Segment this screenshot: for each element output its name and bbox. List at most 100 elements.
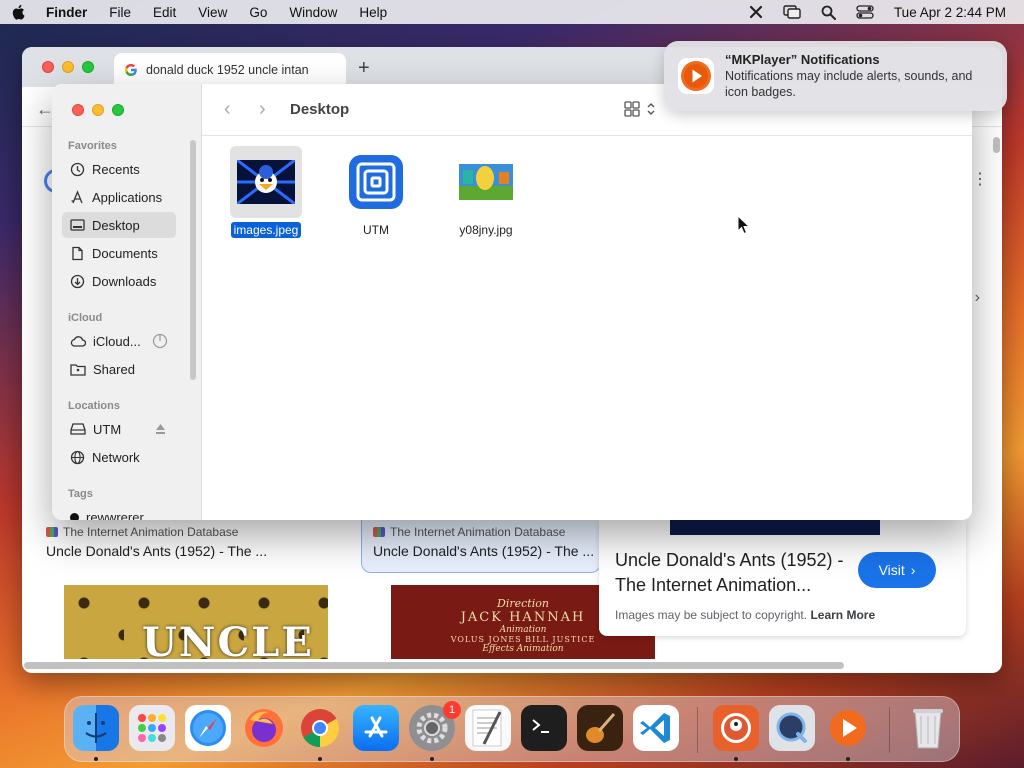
running-indicator [846, 757, 850, 761]
menu-window[interactable]: Window [289, 5, 337, 20]
dock-app-store[interactable] [353, 705, 399, 751]
chevron-right-icon[interactable]: › [975, 289, 980, 307]
browser-vertical-scrollbar[interactable] [993, 137, 1000, 153]
credits-line: VOLUS JONES BILL JUSTICE [450, 635, 596, 644]
sidebar-item-label: Shared [93, 361, 135, 377]
sidebar-item-label: Documents [92, 245, 158, 261]
browser-tab[interactable]: donald duck 1952 uncle intan [114, 53, 346, 87]
tools-icon[interactable] [749, 5, 763, 19]
dock-finder[interactable] [73, 705, 119, 751]
menu-file[interactable]: File [109, 5, 131, 20]
dock-vscode[interactable] [633, 705, 679, 751]
more-options-icon[interactable]: ⋮ [972, 172, 988, 188]
apple-menu-icon[interactable] [10, 4, 26, 20]
sidebar-item-documents[interactable]: Documents [62, 240, 176, 266]
screen-mirroring-icon[interactable] [783, 5, 801, 19]
clock-icon [70, 162, 85, 176]
copyright-note: Images may be subject to copyright. Lear… [615, 608, 950, 622]
forward-chevron-icon[interactable]: › [259, 98, 266, 121]
eject-icon[interactable] [155, 424, 166, 434]
dock-firefox[interactable] [241, 705, 287, 751]
sidebar-item-label: rewwrerer [86, 509, 144, 521]
finder-minimize-button[interactable] [92, 104, 104, 116]
mouse-cursor-icon [737, 215, 751, 235]
sidebar-item-shared[interactable]: Shared [62, 356, 176, 382]
menu-app-name[interactable]: Finder [46, 5, 87, 20]
sidebar-item-tag[interactable]: rewwrerer [62, 504, 176, 520]
tags-header: Tags [68, 488, 93, 500]
finder-title: Desktop [290, 101, 350, 118]
file-item[interactable]: UTM [326, 146, 426, 238]
image-file-icon [450, 146, 522, 218]
sidebar-item-desktop[interactable]: Desktop [62, 212, 176, 238]
icon-view-grid-icon[interactable] [624, 100, 658, 118]
browser-zoom-button[interactable] [82, 61, 94, 73]
textedit-icon [472, 709, 502, 747]
credits-line: Effects Animation [482, 644, 564, 654]
sidebar-item-applications[interactable]: Applications [62, 184, 176, 210]
control-center-icon[interactable] [856, 5, 874, 19]
learn-more-link[interactable]: Learn More [810, 608, 875, 622]
image-result-1[interactable]: The Internet Animation Database Uncle Do… [46, 525, 267, 559]
file-item[interactable]: y08jny.jpg [436, 146, 536, 238]
visit-button[interactable]: Visit › [858, 552, 936, 588]
dock-separator [889, 707, 890, 753]
download-icon [70, 274, 85, 288]
result-source: The Internet Animation Database [63, 525, 239, 539]
chrome-icon [301, 709, 340, 748]
menu-view[interactable]: View [198, 5, 227, 20]
browser-minimize-button[interactable] [62, 61, 74, 73]
notification-body: Notifications may include alerts, sounds… [725, 69, 973, 99]
image-result-2[interactable]: The Internet Animation Database Uncle Do… [373, 525, 594, 559]
tag-dot-icon [70, 512, 79, 520]
sidebar-item-recents[interactable]: Recents [62, 156, 176, 182]
dock-duckduckgo[interactable] [713, 705, 759, 751]
file-name: images.jpeg [230, 222, 302, 238]
notification-banner[interactable]: “MKPlayer” Notifications Notifications m… [664, 41, 1007, 111]
vscode-icon [640, 713, 670, 743]
safari-compass-icon [190, 710, 226, 746]
quicktime-icon [776, 712, 807, 743]
sidebar-item-downloads[interactable]: Downloads [62, 268, 176, 294]
running-indicator [94, 757, 98, 761]
sidebar-scrollbar[interactable] [190, 140, 196, 380]
dock-textedit[interactable] [465, 705, 511, 751]
sidebar-item-network[interactable]: Network [62, 444, 176, 470]
finder-zoom-button[interactable] [112, 104, 124, 116]
dock-mkplayer[interactable] [825, 705, 871, 751]
dock-quicktime[interactable] [769, 705, 815, 751]
file-name: UTM [363, 223, 389, 237]
mkplayer-app-icon [678, 58, 714, 94]
spotlight-search-icon[interactable] [821, 5, 836, 20]
browser-close-button[interactable] [42, 61, 54, 73]
dock-system-settings[interactable]: 1 [409, 701, 461, 751]
browser-horizontal-scrollbar[interactable] [24, 662, 844, 669]
dock-terminal[interactable] [521, 705, 567, 751]
image-thumbnail-ants[interactable]: UNCLE [64, 585, 328, 659]
dock-trash[interactable] [905, 705, 951, 751]
sidebar-item-label: Recents [92, 161, 140, 177]
result-title[interactable]: Uncle Donald's Ants (1952) - The ... [373, 543, 594, 559]
finder-face-icon [85, 713, 107, 743]
menu-edit[interactable]: Edit [153, 5, 176, 20]
result-title[interactable]: Uncle Donald's Ants (1952) - The ... [46, 543, 267, 559]
dock-safari[interactable] [185, 705, 231, 751]
notification-badge: 1 [443, 701, 461, 719]
desktop-icon [70, 218, 85, 231]
dock-separator [697, 707, 698, 753]
image-file-icon [230, 146, 302, 218]
terminal-icon [532, 719, 549, 733]
menu-go[interactable]: Go [249, 5, 267, 20]
dock-chrome[interactable] [297, 705, 343, 751]
back-chevron-icon[interactable]: ‹ [224, 98, 231, 121]
new-tab-button[interactable]: + [358, 57, 370, 80]
dock-garageband[interactable] [577, 705, 623, 751]
menu-clock[interactable]: Tue Apr 2 2:44 PM [894, 5, 1006, 20]
finder-close-button[interactable] [72, 104, 84, 116]
menu-help[interactable]: Help [359, 5, 387, 20]
file-item[interactable]: images.jpeg [216, 146, 316, 238]
preview-title[interactable]: Uncle Donald's Ants (1952) - The Interne… [615, 548, 850, 598]
dock-launchpad[interactable] [129, 705, 175, 751]
sidebar-item-label: UTM [93, 421, 122, 437]
guitar-icon [586, 713, 616, 743]
